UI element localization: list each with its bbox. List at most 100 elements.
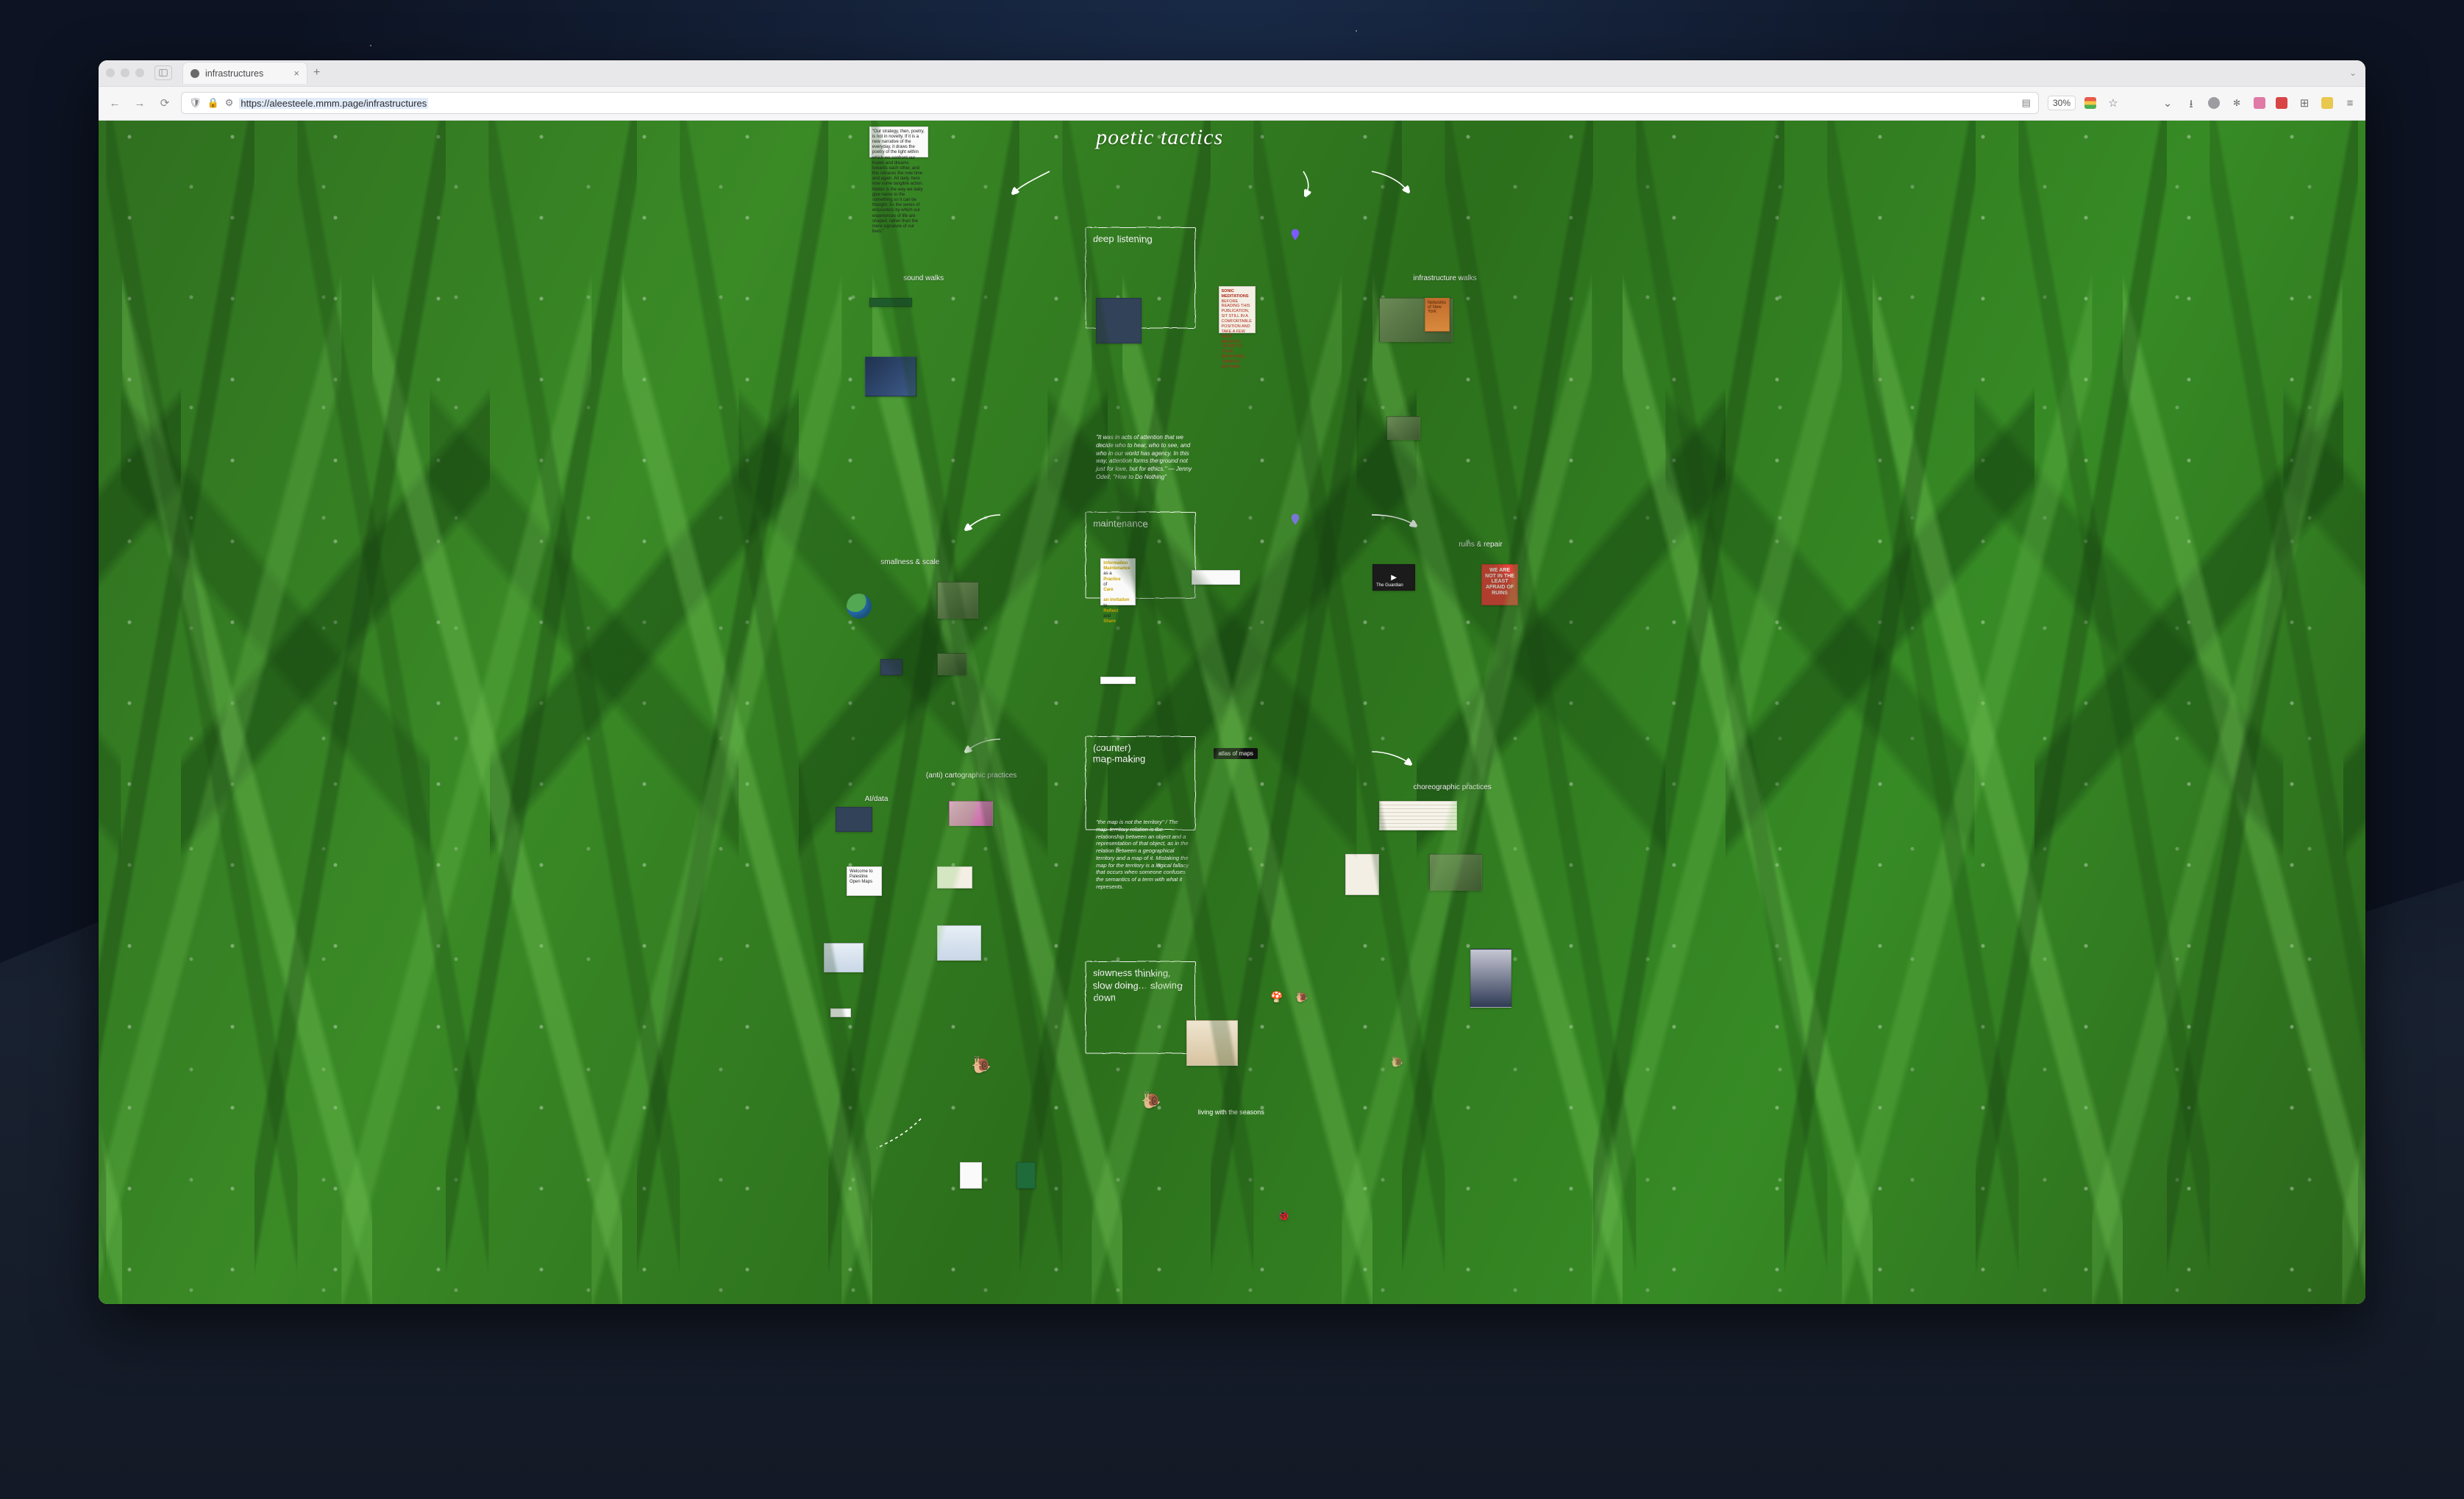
deep-listening-box: deep listening <box>1085 227 1195 328</box>
app-menu-icon[interactable]: ≡ <box>2343 96 2357 110</box>
carto-img-1[interactable] <box>836 807 872 832</box>
choreo-score[interactable] <box>1379 801 1457 830</box>
maint-line4: Practice <box>1103 577 1120 582</box>
sound-walks-image[interactable] <box>865 357 916 396</box>
window-controls[interactable] <box>106 68 144 77</box>
minimize-window-icon[interactable] <box>121 68 129 77</box>
zoom-level-chip[interactable]: 30% <box>2048 96 2076 110</box>
slow-computing-card-2[interactable] <box>1016 1162 1036 1189</box>
tab-favicon-icon <box>191 69 199 78</box>
sonic-meditations-title: SONIC MEDITATIONS <box>1222 289 1249 299</box>
choreo-sketch[interactable] <box>1345 854 1379 895</box>
map-europe-1[interactable] <box>824 943 864 972</box>
networks-of-ny-book[interactable]: Networks of New York <box>1425 298 1450 332</box>
back-button[interactable]: ← <box>107 96 122 110</box>
choreo-table-photo[interactable] <box>1470 949 1511 1008</box>
browser-toolbar: ← → ⟳ 🛡︎ 🔒 ⚙︎ https://aleesteele.mmm.pag… <box>99 87 2365 121</box>
map-europe-2[interactable] <box>937 925 981 961</box>
arrow-icon <box>960 511 1004 533</box>
carto-caption[interactable] <box>830 1008 851 1017</box>
zoom-window-icon[interactable] <box>135 68 144 77</box>
extension-pink-icon[interactable] <box>2254 97 2265 109</box>
map-pin-icon <box>1289 511 1302 527</box>
new-tab-button[interactable]: + <box>313 66 320 79</box>
sonic-meditations-card[interactable]: SONIC MEDITATIONS BEFORE READING THIS PU… <box>1219 286 1256 333</box>
slowness-title: slowness thinking, slow doing… slowing d… <box>1093 967 1187 1003</box>
forward-button[interactable]: → <box>132 96 147 110</box>
choreo-photo[interactable] <box>1429 854 1482 891</box>
slowness-book[interactable] <box>1186 1020 1238 1066</box>
maintenance-link-card[interactable] <box>1192 570 1240 585</box>
deep-listening-image[interactable] <box>1096 298 1142 343</box>
pocket-icon[interactable]: ⌄ <box>2161 96 2174 110</box>
carto-sketch[interactable] <box>937 866 972 889</box>
maint-line10: and <box>1103 614 1111 619</box>
maint-line11: Share <box>1103 619 1116 624</box>
deep-listening-title: deep listening <box>1093 233 1187 244</box>
sound-walks-chip[interactable] <box>869 298 912 307</box>
tabs-dropdown-icon[interactable]: ⌄ <box>2349 68 2357 78</box>
snail-icon: 🐌 <box>1142 1091 1161 1110</box>
ruins-poster-text: WE ARE NOT IN THE LEAST AFRAID OF RUINS <box>1485 568 1514 596</box>
deep-listening-quote: "It was in acts of attention that we dec… <box>1096 434 1196 482</box>
permissions-icon[interactable]: ⚙︎ <box>225 97 234 109</box>
snail-icon: 🐌 <box>972 1055 991 1075</box>
page-viewport[interactable]: poetic tactics "Our strategy, then, poet… <box>99 121 2365 1305</box>
cluster-label-choreographic: choreographic practices <box>1414 783 1492 791</box>
maint-line2: Maintenance <box>1103 566 1130 571</box>
reader-view-icon[interactable]: ▤ <box>2022 97 2031 109</box>
globe-icon[interactable] <box>847 594 872 619</box>
maint-line6: Care <box>1103 588 1113 592</box>
sonic-meditations-excerpt: BEFORE READING THIS PUBLICATION, SIT STI… <box>1222 299 1252 369</box>
extension-red-icon[interactable] <box>2276 97 2287 109</box>
ruins-poster[interactable]: WE ARE NOT IN THE LEAST AFRAID OF RUINS <box>1481 564 1518 605</box>
extension-stripe-icon[interactable] <box>2084 97 2096 109</box>
maint-line9: Reflect <box>1103 609 1118 613</box>
cluster-label-sound-walks: sound walks <box>903 274 944 282</box>
tab-title: infrastructures <box>205 68 263 79</box>
palestine-open-maps-card[interactable]: Welcome to Palestine Open Maps <box>847 866 882 896</box>
maintenance-tweet[interactable] <box>1100 677 1136 684</box>
extensions-puzzle-icon[interactable]: ⊞ <box>2298 96 2311 110</box>
infra-walks-photo[interactable] <box>1379 298 1453 342</box>
tab-close-icon[interactable]: × <box>293 68 299 78</box>
reload-button[interactable]: ⟳ <box>157 96 172 110</box>
browser-tab-active[interactable]: infrastructures × <box>182 62 307 84</box>
account-avatar-icon[interactable] <box>2208 97 2220 109</box>
lock-icon[interactable]: 🔒 <box>207 97 219 109</box>
browser-window: infrastructures × + ⌄ ← → ⟳ 🛡︎ 🔒 ⚙︎ http… <box>99 60 2365 1305</box>
url-bar[interactable]: 🛡︎ 🔒 ⚙︎ https://aleesteele.mmm.page/infr… <box>181 92 2039 114</box>
info-maintenance-card[interactable]: Information Maintenance as a Practice of… <box>1100 558 1136 605</box>
extension-yellow-icon[interactable] <box>2321 97 2333 109</box>
carto-img-2[interactable] <box>949 801 993 826</box>
intro-quote-card[interactable]: "Our strategy, then, poetry, is not in n… <box>869 127 928 157</box>
slow-computing-card-1[interactable] <box>960 1162 982 1189</box>
snail-icon: 🐌 <box>1391 1055 1403 1068</box>
cluster-label-anti-carto: (anti) cartographic practices <box>926 772 1016 780</box>
mushroom-icon: 🍄 <box>1270 991 1283 1003</box>
shield-icon[interactable]: 🛡︎ <box>189 97 202 109</box>
close-window-icon[interactable] <box>106 68 115 77</box>
ruins-video[interactable]: ▶ The Guardian <box>1372 564 1415 591</box>
smallness-photo-3[interactable] <box>937 653 966 675</box>
sidebar-toggle-button[interactable] <box>154 65 172 80</box>
maint-line8: to <box>1103 604 1107 608</box>
cluster-label-ruins: ruins & repair <box>1459 541 1502 549</box>
networks-of-ny-title: Networks of New York <box>1428 301 1446 314</box>
bookmark-star-icon[interactable]: ☆ <box>2107 96 2120 110</box>
maint-line1: Information <box>1103 561 1128 566</box>
slowness-subtitle: living with the seasons <box>1198 1108 1264 1116</box>
infra-walks-photo-2[interactable] <box>1386 416 1420 440</box>
smallness-photo[interactable] <box>937 582 978 619</box>
ladybug-icon: 🐞 <box>1278 1209 1290 1222</box>
smallness-photo-2[interactable] <box>880 659 902 675</box>
cluster-label-infra-walks: infrastructure walks <box>1414 274 1477 282</box>
arrow-icon <box>869 1115 928 1152</box>
downloads-icon[interactable]: ⭳ <box>2185 96 2198 110</box>
extension-asterisk-icon[interactable]: ✻ <box>2230 96 2243 110</box>
arrow-icon <box>1300 168 1336 197</box>
counter-map-title: (counter) map-making <box>1093 742 1187 764</box>
page-title-script: poetic tactics <box>1096 125 1223 150</box>
atlas-of-maps-chip[interactable]: atlas of maps <box>1214 748 1258 759</box>
guardian-label: The Guardian <box>1376 583 1403 588</box>
